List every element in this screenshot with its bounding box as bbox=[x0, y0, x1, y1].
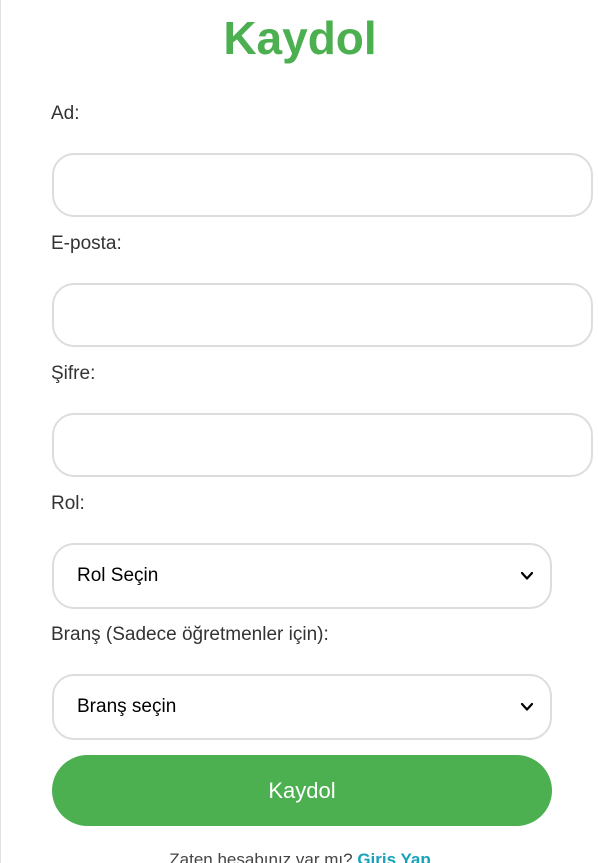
page-title: Kaydol bbox=[223, 12, 377, 64]
branch-label: Branş (Sadece öğretmenler için): bbox=[51, 624, 329, 645]
role-select[interactable]: Rol Seçin bbox=[52, 543, 552, 609]
role-select-value: Rol Seçin bbox=[77, 565, 159, 586]
signup-button[interactable]: Kaydol bbox=[52, 755, 552, 826]
name-input[interactable] bbox=[52, 153, 593, 217]
branch-select-value: Branş seçin bbox=[77, 696, 177, 717]
email-label: E-posta: bbox=[51, 233, 122, 254]
signup-page: Kaydol Ad: E-posta: Şifre: Rol: Rol Seçi… bbox=[0, 0, 598, 863]
email-input[interactable] bbox=[52, 283, 593, 347]
password-input[interactable] bbox=[52, 413, 593, 477]
branch-select[interactable]: Branş seçin bbox=[52, 674, 552, 740]
chevron-down-icon bbox=[520, 571, 534, 580]
login-prompt-text: Zaten hesabınız var mı? bbox=[169, 850, 353, 863]
login-link[interactable]: Giriş Yap bbox=[357, 850, 430, 863]
role-label: Rol: bbox=[51, 493, 85, 514]
name-label: Ad: bbox=[51, 103, 80, 124]
login-prompt: Zaten hesabınız var mı? Giriş Yap bbox=[1, 849, 598, 863]
password-label: Şifre: bbox=[51, 363, 96, 384]
chevron-down-icon bbox=[520, 702, 534, 711]
